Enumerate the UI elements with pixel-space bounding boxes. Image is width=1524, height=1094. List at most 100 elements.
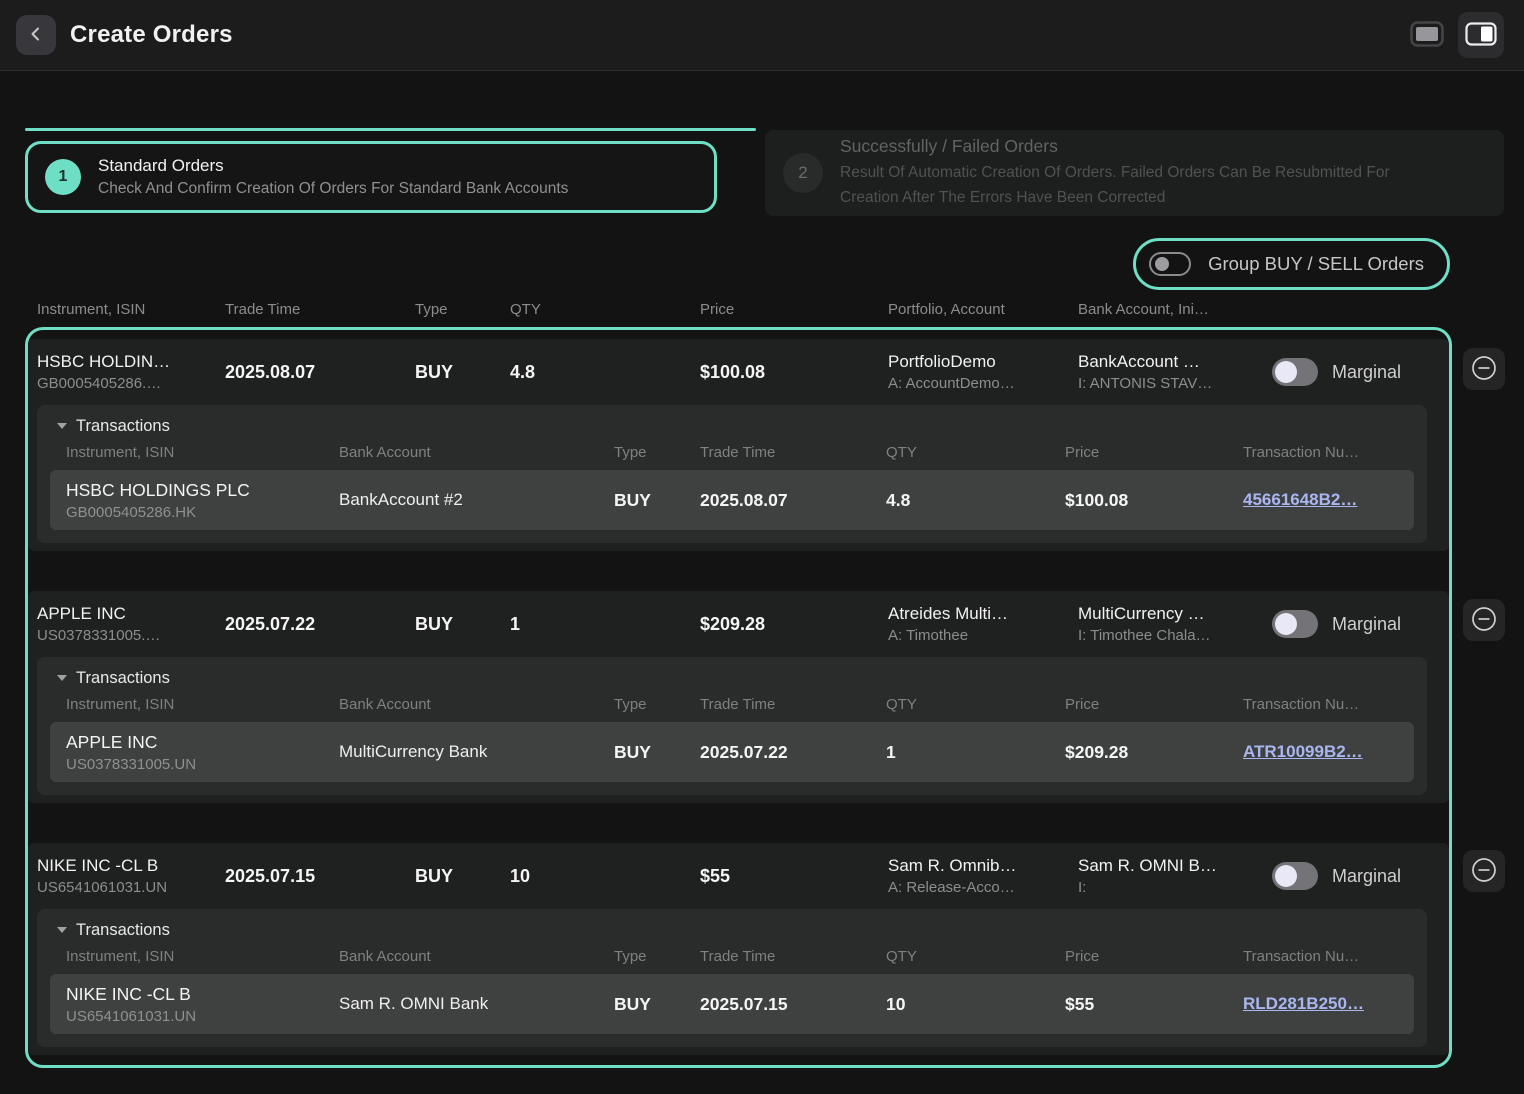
tx-qty: 10	[886, 994, 1065, 1015]
order-price: $100.08	[700, 362, 888, 383]
transaction-row[interactable]: NIKE INC -CL B US6541061031.UN Sam R. OM…	[50, 974, 1414, 1034]
tx-type: BUY	[614, 490, 700, 511]
marginal-toggle[interactable]	[1272, 862, 1318, 890]
transactions-panel: Transactions Instrument, ISIN Bank Accou…	[37, 909, 1427, 1047]
minus-circle-icon	[1471, 857, 1497, 886]
tx-instrument-cell: HSBC HOLDINGS PLC GB0005405286.HK	[66, 480, 339, 521]
tx-instrument-isin: US6541061031.UN	[66, 1008, 339, 1025]
step-2-text: Successfully / Failed Orders Result Of A…	[840, 136, 1452, 210]
order-qty: 4.8	[510, 362, 700, 383]
stepper: 1 Standard Orders Check And Confirm Crea…	[25, 130, 1504, 216]
col-trade-time: Trade Time	[225, 301, 415, 318]
order-portfolio-cell: PortfolioDemo A: AccountDemo…	[888, 352, 1078, 392]
tx-instrument-name: APPLE INC	[66, 732, 339, 753]
transactions-header[interactable]: Transactions	[50, 665, 1414, 691]
tx-bank-account: MultiCurrency Bank	[339, 742, 614, 762]
step-2-title: Successfully / Failed Orders	[840, 136, 1452, 157]
order-type: BUY	[415, 362, 510, 383]
order-row[interactable]: NIKE INC -CL B US6541061031.UN 2025.07.1…	[28, 843, 1449, 909]
col-qty: QTY	[510, 301, 700, 318]
txcol-qty: QTY	[886, 696, 1065, 713]
group-buy-sell-switch[interactable]	[1149, 252, 1191, 276]
marginal-label: Marginal	[1332, 614, 1401, 635]
group-buy-sell-toggle[interactable]: Group BUY / SELL Orders	[1133, 238, 1450, 290]
tx-price: $55	[1065, 994, 1243, 1015]
marginal-toggle[interactable]	[1272, 358, 1318, 386]
tx-bank-account: Sam R. OMNI Bank	[339, 994, 614, 1014]
order-bank-account-cell: Sam R. OMNI B… I:	[1078, 856, 1272, 896]
split-pane-layout-button[interactable]	[1458, 12, 1504, 58]
remove-order-button[interactable]	[1463, 348, 1505, 390]
order-trade-time: 2025.08.07	[225, 362, 415, 383]
step-standard-orders[interactable]: 1 Standard Orders Check And Confirm Crea…	[25, 141, 717, 213]
col-portfolio-account: Portfolio, Account	[888, 301, 1078, 318]
order-instrument-cell: HSBC HOLDIN… GB0005405286.…	[37, 352, 225, 392]
transactions-header[interactable]: Transactions	[50, 917, 1414, 943]
switch-knob	[1155, 257, 1169, 271]
txcol-qty: QTY	[886, 948, 1065, 965]
txcol-price: Price	[1065, 696, 1243, 713]
instrument-isin: US6541061031.UN	[37, 879, 225, 896]
tx-price: $100.08	[1065, 490, 1243, 511]
transactions-title: Transactions	[76, 417, 170, 436]
txcol-transaction-number: Transaction Nu…	[1243, 696, 1414, 713]
marginal-label: Marginal	[1332, 362, 1401, 383]
order-bank-account-cell: BankAccount … I: ANTONIS STAV…	[1078, 352, 1272, 392]
order-trade-time: 2025.07.22	[225, 614, 415, 635]
order-row[interactable]: HSBC HOLDIN… GB0005405286.… 2025.08.07 B…	[28, 339, 1449, 405]
order-instrument-cell: APPLE INC US0378331005.…	[37, 604, 225, 644]
back-button[interactable]	[16, 15, 56, 55]
instrument-isin: GB0005405286.…	[37, 375, 225, 392]
caret-down-icon	[57, 675, 67, 681]
order-row[interactable]: APPLE INC US0378331005.… 2025.07.22 BUY …	[28, 591, 1449, 657]
tx-qty: 1	[886, 742, 1065, 763]
remove-order-button[interactable]	[1463, 599, 1505, 641]
orders-list: HSBC HOLDIN… GB0005405286.… 2025.08.07 B…	[25, 327, 1452, 1068]
txcol-transaction-number: Transaction Nu…	[1243, 948, 1414, 965]
tx-instrument-cell: APPLE INC US0378331005.UN	[66, 732, 339, 773]
order-qty: 1	[510, 614, 700, 635]
transaction-number-link[interactable]: 45661648B2…	[1243, 490, 1414, 510]
col-price: Price	[700, 301, 888, 318]
marginal-toggle[interactable]	[1272, 610, 1318, 638]
transactions-title: Transactions	[76, 921, 170, 940]
order-instrument-cell: NIKE INC -CL B US6541061031.UN	[37, 856, 225, 896]
transaction-row[interactable]: APPLE INC US0378331005.UN MultiCurrency …	[50, 722, 1414, 782]
tx-trade-time: 2025.07.15	[700, 994, 886, 1015]
initiator-name: I: Timothee Chala…	[1078, 627, 1272, 644]
col-instrument-isin: Instrument, ISIN	[37, 301, 225, 318]
chevron-left-icon	[28, 26, 44, 45]
transaction-number-link[interactable]: RLD281B250…	[1243, 994, 1414, 1014]
tx-qty: 4.8	[886, 490, 1065, 511]
txcol-price: Price	[1065, 444, 1243, 461]
switch-knob	[1275, 613, 1297, 635]
order-type: BUY	[415, 614, 510, 635]
transaction-number-link[interactable]: ATR10099B2…	[1243, 742, 1414, 762]
tx-trade-time: 2025.08.07	[700, 490, 886, 511]
marginal-cell: Marginal	[1272, 358, 1449, 386]
transaction-row[interactable]: HSBC HOLDINGS PLC GB0005405286.HK BankAc…	[50, 470, 1414, 530]
order-group-hsbc: HSBC HOLDIN… GB0005405286.… 2025.08.07 B…	[28, 339, 1449, 551]
tx-type: BUY	[614, 994, 700, 1015]
portfolio-name: PortfolioDemo	[888, 352, 1078, 372]
account-name: A: Release-Acco…	[888, 879, 1078, 896]
page-title: Create Orders	[70, 21, 233, 49]
single-pane-layout-button[interactable]	[1404, 12, 1450, 58]
step-1-title: Standard Orders	[98, 156, 568, 176]
order-qty: 10	[510, 866, 700, 887]
order-portfolio-cell: Sam R. Omnib… A: Release-Acco…	[888, 856, 1078, 896]
order-type: BUY	[415, 866, 510, 887]
initiator-name: I:	[1078, 879, 1272, 896]
account-name: A: AccountDemo…	[888, 375, 1078, 392]
transactions-header[interactable]: Transactions	[50, 413, 1414, 439]
transactions-column-headers: Instrument, ISIN Bank Account Type Trade…	[50, 691, 1414, 722]
order-group-apple: APPLE INC US0378331005.… 2025.07.22 BUY …	[28, 591, 1449, 803]
step-2-number-badge: 2	[783, 153, 823, 193]
remove-order-button[interactable]	[1463, 850, 1505, 892]
instrument-name: NIKE INC -CL B	[37, 856, 225, 876]
tx-instrument-isin: US0378331005.UN	[66, 756, 339, 773]
step-success-failed-orders[interactable]: 2 Successfully / Failed Orders Result Of…	[765, 130, 1504, 216]
tx-instrument-isin: GB0005405286.HK	[66, 504, 339, 521]
txcol-trade-time: Trade Time	[700, 444, 886, 461]
txcol-bank-account: Bank Account	[339, 444, 614, 461]
